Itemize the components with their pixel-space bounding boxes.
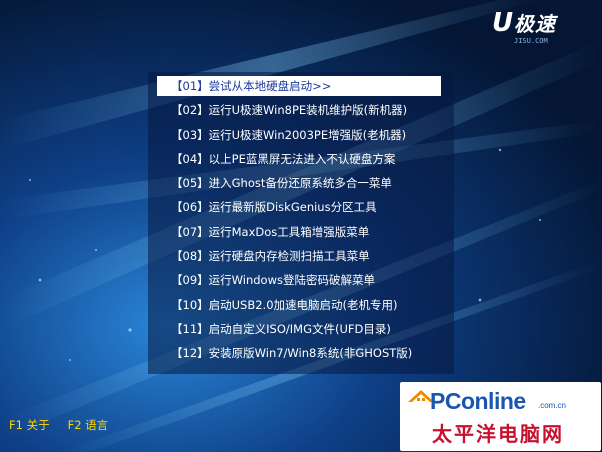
brand-logo: U 极速 JISU.COM [492, 10, 592, 50]
boot-menu: 【01】尝试从本地硬盘启动>> 【02】运行U极速Win8PE装机维护版(新机器… [157, 76, 453, 368]
menu-item-07[interactable]: 【07】运行MaxDos工具箱增强版菜单 [163, 222, 453, 242]
logo-url: JISU.COM [514, 37, 548, 45]
logo-mark: U [492, 8, 514, 38]
menu-item-06[interactable]: 【06】运行最新版DiskGenius分区工具 [163, 197, 453, 217]
pconline-brand: PConline [430, 388, 526, 414]
menu-item-09[interactable]: 【09】运行Windows登陆密码破解菜单 [163, 270, 453, 290]
menu-item-03[interactable]: 【03】运行U极速Win2003PE增强版(老机器) [163, 125, 453, 145]
menu-item-11[interactable]: 【11】启动自定义ISO/IMG文件(UFD目录) [163, 319, 453, 339]
function-key-bar: F1 关于 F2 语言 [9, 417, 108, 433]
logo-name: 极速 [514, 12, 556, 36]
pconline-watermark: PConline .com.cn 太平洋电脑网 [400, 382, 601, 451]
menu-item-05[interactable]: 【05】进入Ghost备份还原系统多合一菜单 [163, 173, 453, 193]
pconline-domain: .com.cn [538, 401, 567, 410]
f2-language-key[interactable]: F2 语言 [68, 418, 109, 432]
menu-item-02[interactable]: 【02】运行U极速Win8PE装机维护版(新机器) [163, 100, 453, 120]
menu-item-01[interactable]: 【01】尝试从本地硬盘启动>> [157, 76, 441, 96]
f1-about-key[interactable]: F1 关于 [9, 418, 50, 432]
menu-item-04[interactable]: 【04】以上PE蓝黑屏无法进入不认硬盘方案 [163, 149, 453, 169]
pconline-chinese-name: 太平洋电脑网 [432, 422, 564, 446]
menu-item-10[interactable]: 【10】启动USB2.0加速电脑启动(老机专用) [163, 295, 453, 315]
menu-item-08[interactable]: 【08】运行硬盘内存检测扫描工具菜单 [163, 246, 453, 266]
menu-item-12[interactable]: 【12】安装原版Win7/Win8系统(非GHOST版) [163, 343, 453, 363]
